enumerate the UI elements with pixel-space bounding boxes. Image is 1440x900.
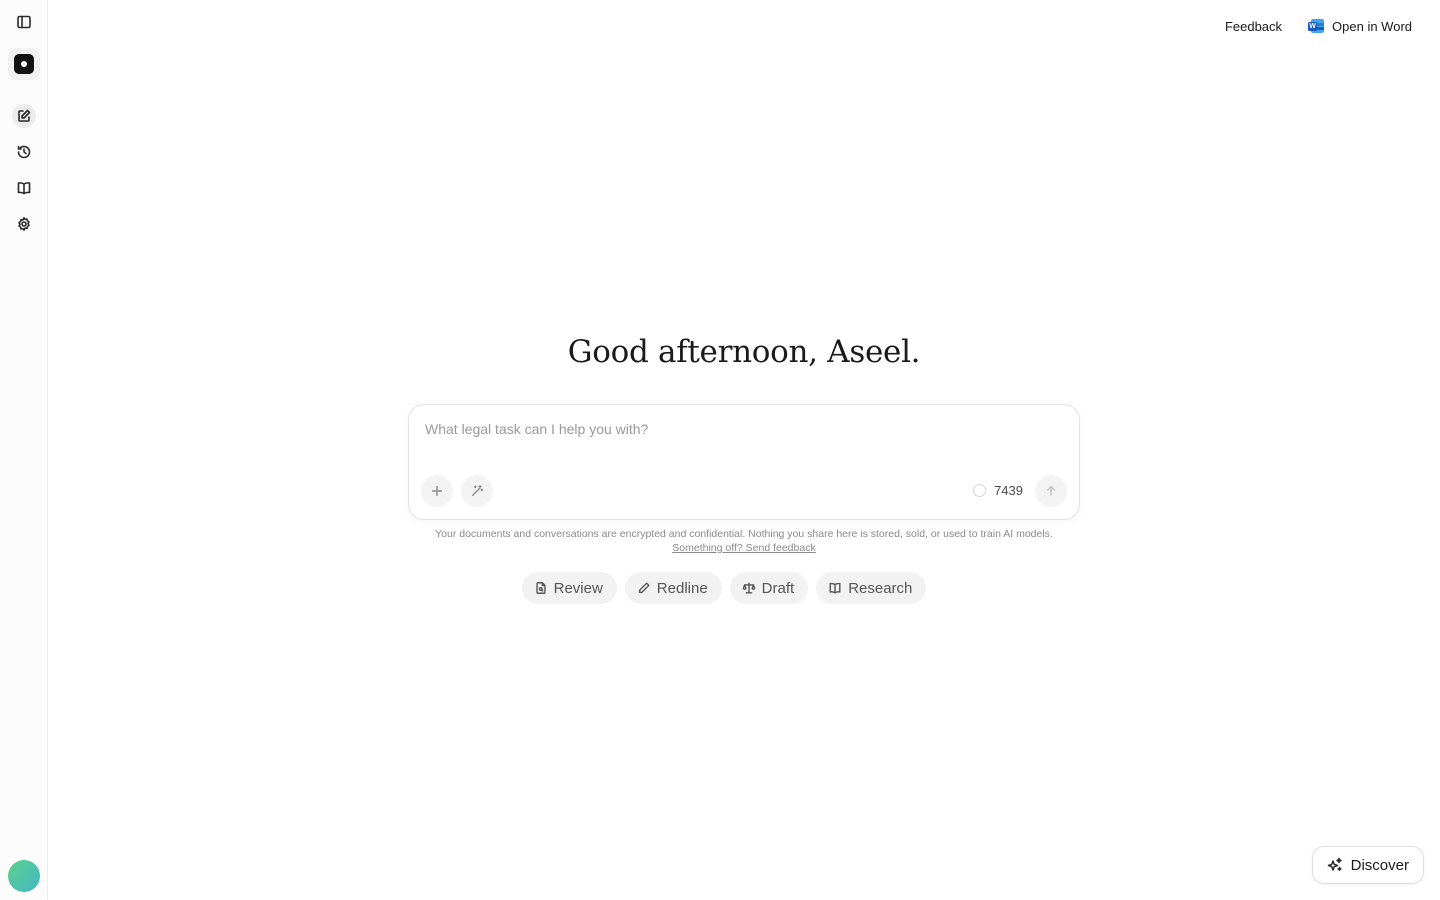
send-button[interactable] — [1035, 475, 1067, 507]
credits-indicator: 7439 — [973, 483, 1023, 498]
settings-icon — [18, 217, 30, 231]
magic-wand-icon — [471, 485, 484, 497]
sidebar-item-settings[interactable] — [8, 208, 40, 240]
discover-button[interactable]: Discover — [1311, 846, 1424, 884]
sidebar-item-new-chat[interactable] — [8, 100, 40, 132]
chip-research[interactable]: Research — [816, 572, 927, 604]
sidebar-toggle-button[interactable] — [8, 6, 40, 38]
disclaimer-text: Your documents and conversations are enc… — [435, 528, 1053, 540]
prompt-input[interactable] — [425, 417, 1065, 441]
app-logo-button[interactable] — [8, 48, 40, 80]
scale-icon — [742, 582, 756, 594]
sidebar — [0, 0, 48, 900]
chip-label: Redline — [656, 579, 708, 597]
credits-count: 7439 — [994, 483, 1023, 498]
word-icon: W — [1308, 18, 1325, 34]
send-feedback-link[interactable]: Something off? Send feedback — [672, 541, 815, 555]
new-chat-icon — [18, 109, 31, 122]
sidebar-item-library[interactable] — [8, 172, 40, 204]
arrow-up-icon — [1046, 485, 1056, 497]
task-chips: Review Redline Draft Research — [48, 572, 1440, 604]
library-icon — [17, 182, 31, 195]
app-logo — [14, 54, 34, 74]
add-attachment-button[interactable] — [421, 475, 453, 507]
enhance-prompt-button[interactable] — [461, 475, 493, 507]
chip-label: Review — [553, 579, 603, 597]
chip-draft[interactable]: Draft — [729, 572, 809, 604]
pen-icon — [638, 582, 650, 594]
open-in-word-button[interactable]: W Open in Word — [1300, 12, 1420, 40]
plus-icon — [431, 485, 443, 497]
privacy-disclaimer: Your documents and conversations are enc… — [48, 527, 1440, 555]
discover-label: Discover — [1350, 856, 1409, 874]
greeting-title: Good afternoon, Aseel. — [567, 334, 921, 370]
user-avatar[interactable] — [8, 860, 40, 892]
sidebar-toggle-icon — [17, 15, 31, 29]
topbar: Feedback W Open in Word — [1217, 12, 1420, 40]
feedback-label: Feedback — [1224, 18, 1283, 34]
document-search-icon — [535, 582, 546, 594]
credits-ring-icon — [973, 484, 987, 497]
feedback-button[interactable]: Feedback — [1217, 13, 1290, 40]
book-open-icon — [829, 582, 841, 594]
prompt-composer: 7439 — [408, 404, 1080, 520]
sidebar-item-history[interactable] — [8, 136, 40, 168]
open-in-word-label: Open in Word — [1332, 18, 1412, 34]
history-icon — [17, 145, 31, 159]
sparkles-icon — [1327, 857, 1342, 872]
chip-label: Research — [848, 579, 913, 597]
chip-review[interactable]: Review — [521, 572, 617, 604]
chip-redline[interactable]: Redline — [624, 572, 722, 604]
chip-label: Draft — [761, 579, 795, 597]
